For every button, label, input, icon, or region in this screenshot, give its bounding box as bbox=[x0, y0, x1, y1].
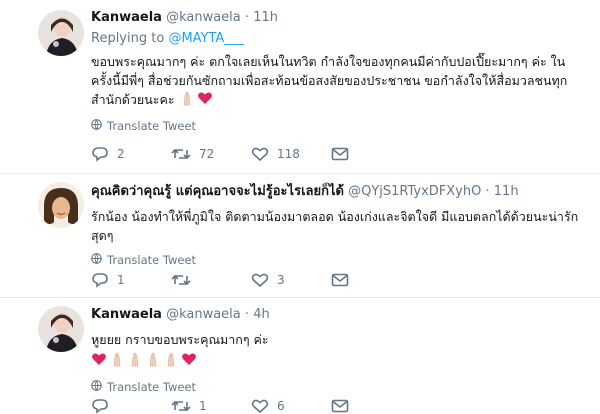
tweet-text-content: หูยยย กราบขอบพระคุณมากๆ ค่ะ bbox=[91, 332, 269, 347]
direct-message-button[interactable] bbox=[331, 399, 349, 413]
retweet-button[interactable] bbox=[171, 272, 251, 288]
translate-label: Translate Tweet bbox=[107, 119, 197, 133]
author-name[interactable]: Kanwaela bbox=[91, 307, 162, 322]
retweet-count: 72 bbox=[199, 147, 215, 161]
red-heart-icon bbox=[181, 351, 197, 372]
direct-message-button[interactable] bbox=[331, 273, 349, 287]
author-handle[interactable]: @kanwaela bbox=[166, 10, 241, 25]
translate-tweet-link[interactable]: Translate Tweet bbox=[91, 380, 582, 394]
author-handle[interactable]: @QYjS1RTyxDFXyhO bbox=[348, 184, 481, 199]
retweet-count: 1 bbox=[199, 399, 207, 413]
red-heart-icon bbox=[91, 351, 107, 372]
heart-outline-icon bbox=[251, 272, 269, 288]
tweet-3[interactable]: Kanwaela @kanwaela · 4h หูยยย กราบขอบพระ… bbox=[0, 298, 600, 414]
envelope-icon bbox=[331, 273, 349, 287]
retweet-button[interactable]: 72 bbox=[171, 146, 251, 162]
tweet-text: รักน้อง น้องทำให้พี่ภูมิใจ ติดตามน้องมาต… bbox=[91, 207, 582, 245]
avatar[interactable] bbox=[38, 306, 84, 352]
reply-icon bbox=[91, 146, 109, 162]
replying-mention-link[interactable]: @MAYTA___ bbox=[168, 31, 243, 46]
envelope-icon bbox=[331, 147, 349, 161]
globe-icon bbox=[91, 253, 102, 267]
replying-prefix: Replying to bbox=[91, 31, 169, 46]
praying-hands-icon bbox=[109, 351, 125, 372]
reply-count: 1 bbox=[117, 273, 125, 287]
separator-dot: · bbox=[244, 10, 250, 25]
reply-button[interactable]: 2 bbox=[91, 146, 171, 162]
like-count: 3 bbox=[277, 273, 285, 287]
like-button[interactable]: 3 bbox=[251, 272, 331, 288]
replying-to: Replying to @MAYTA___ bbox=[91, 31, 582, 46]
praying-hands-icon bbox=[163, 351, 179, 372]
heart-outline-icon bbox=[251, 146, 269, 162]
translate-label: Translate Tweet bbox=[107, 253, 197, 267]
separator-dot: · bbox=[485, 184, 490, 199]
like-count: 118 bbox=[277, 147, 300, 161]
tweet-text-content: ขอบพระคุณมากๆ ค่ะ ตกใจเลยเห็นในทวิต กำลั… bbox=[91, 54, 568, 107]
praying-hands-icon bbox=[179, 90, 195, 111]
retweet-icon bbox=[171, 398, 191, 414]
separator-dot: · bbox=[244, 307, 250, 322]
author-name[interactable]: คุณคิดว่าคุณรู้ แต่คุณอาจจะไม่รู้อะไรเลย… bbox=[91, 184, 344, 199]
praying-hands-icon bbox=[127, 351, 143, 372]
tweet-1[interactable]: Kanwaela @kanwaela · 11h Replying to @MA… bbox=[0, 0, 600, 174]
tweet-header: คุณคิดว่าคุณรู้ แต่คุณอาจจะไม่รู้อะไรเลย… bbox=[91, 183, 582, 201]
globe-icon bbox=[91, 380, 102, 394]
author-name[interactable]: Kanwaela bbox=[91, 10, 162, 25]
reply-icon bbox=[91, 272, 109, 288]
red-heart-icon bbox=[197, 90, 213, 111]
avatar[interactable] bbox=[38, 182, 84, 228]
reply-button[interactable] bbox=[91, 398, 171, 414]
timestamp[interactable]: 11h bbox=[494, 184, 519, 199]
tweet-text: ขอบพระคุณมากๆ ค่ะ ตกใจเลยเห็นในทวิต กำลั… bbox=[91, 52, 582, 111]
reply-count: 2 bbox=[117, 147, 125, 161]
like-count: 6 bbox=[277, 399, 285, 413]
direct-message-button[interactable] bbox=[331, 147, 349, 161]
emoji-row bbox=[91, 351, 197, 372]
praying-hands-icon bbox=[145, 351, 161, 372]
heart-outline-icon bbox=[251, 398, 269, 414]
emoji-line bbox=[91, 351, 582, 372]
timestamp[interactable]: 11h bbox=[253, 10, 278, 25]
emoji-row bbox=[179, 90, 213, 111]
tweet-header: Kanwaela @kanwaela · 11h bbox=[91, 9, 582, 27]
author-handle[interactable]: @kanwaela bbox=[166, 307, 241, 322]
timestamp[interactable]: 4h bbox=[253, 307, 270, 322]
globe-icon bbox=[91, 119, 102, 133]
retweet-icon bbox=[171, 146, 191, 162]
tweet-header: Kanwaela @kanwaela · 4h bbox=[91, 306, 582, 324]
translate-tweet-link[interactable]: Translate Tweet bbox=[91, 253, 582, 267]
reply-icon bbox=[91, 398, 109, 414]
like-button[interactable]: 6 bbox=[251, 398, 331, 414]
reply-button[interactable]: 1 bbox=[91, 272, 171, 288]
envelope-icon bbox=[331, 399, 349, 413]
tweet-2[interactable]: คุณคิดว่าคุณรู้ แต่คุณอาจจะไม่รู้อะไรเลย… bbox=[0, 174, 600, 298]
translate-tweet-link[interactable]: Translate Tweet bbox=[91, 119, 582, 133]
translate-label: Translate Tweet bbox=[107, 380, 197, 394]
tweet-text: หูยยย กราบขอบพระคุณมากๆ ค่ะ bbox=[91, 330, 582, 349]
retweet-icon bbox=[171, 272, 191, 288]
avatar[interactable] bbox=[38, 10, 84, 56]
like-button[interactable]: 118 bbox=[251, 146, 331, 162]
tweet-text-content: รักน้อง น้องทำให้พี่ภูมิใจ ติดตามน้องมาต… bbox=[91, 209, 579, 243]
retweet-button[interactable]: 1 bbox=[171, 398, 251, 414]
